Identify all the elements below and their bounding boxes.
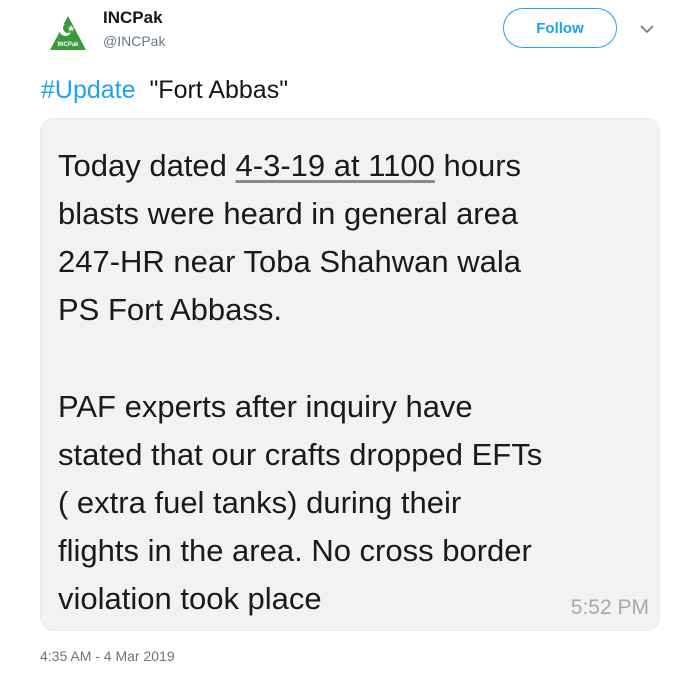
message-time: 5:52 PM [570, 596, 649, 619]
message-line: PS Fort Abbass. [58, 292, 282, 327]
chevron-down-icon [640, 25, 654, 34]
more-options-button[interactable] [638, 20, 656, 38]
follow-button[interactable]: Follow [503, 8, 617, 48]
message-line: Today dated 4-3-19 at 1100 hours [58, 150, 521, 181]
message-line: 247-HR near Toba Shahwan wala [58, 244, 522, 279]
message-line: violation took place [58, 581, 322, 616]
message-text: Today dated [58, 148, 236, 183]
message-line: blasts were heard in general area [58, 196, 519, 231]
message-line: PAF experts after inquiry have [58, 389, 473, 424]
tweet-media-image[interactable]: Today dated 4-3-19 at 1100 hours blasts … [40, 118, 660, 631]
tweet-body: "Fort Abbas" [149, 76, 289, 104]
message-line: flights in the area. No cross border [58, 533, 532, 568]
tweet-text: #Update "Fort Abbas" [41, 76, 288, 105]
message-line: stated that our crafts dropped EFTs [58, 437, 543, 472]
avatar-logo-text: INCPak [57, 42, 79, 48]
user-handle[interactable]: @INCPak [103, 33, 165, 49]
hashtag-link[interactable]: #Update [41, 76, 136, 104]
message-line: ( extra fuel tanks) during their [58, 485, 462, 520]
tweet-timestamp[interactable]: 4:35 AM - 4 Mar 2019 [40, 648, 175, 664]
pakistan-logo-icon: INCPak [50, 16, 86, 50]
message-text: hours [434, 148, 522, 183]
avatar[interactable]: INCPak [48, 14, 88, 54]
display-name[interactable]: INCPak [103, 8, 163, 28]
message-date-link: 4-3-19 at 1100 [235, 148, 435, 183]
